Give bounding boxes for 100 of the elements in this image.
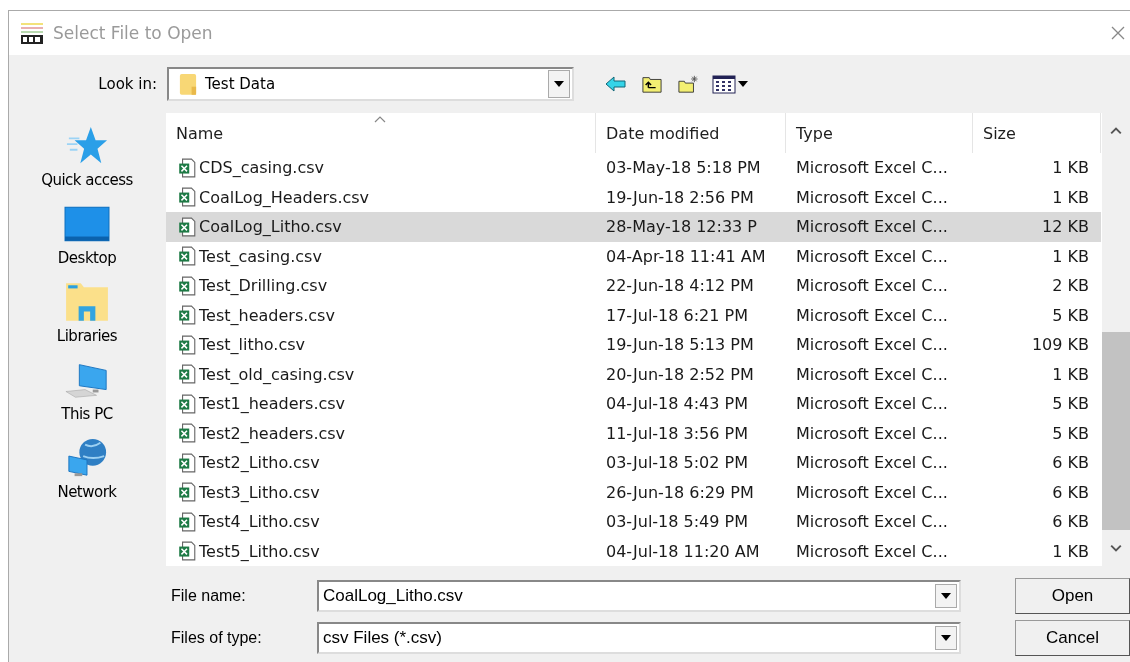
size-cell-text: 1 KB: [1051, 246, 1090, 266]
file-row[interactable]: CoalLog_Headers.csv 19-Jun-18 2:56 PM Microsoft Excel C... 1 KB: [166, 182, 1101, 212]
up-folder-icon[interactable]: [640, 74, 664, 94]
look-in-label: Look in:: [97, 75, 157, 93]
type-cell-text: Microsoft Excel C...: [795, 246, 949, 266]
spreadsheet-file-icon: [178, 334, 196, 355]
size-cell-text: 2 KB: [1051, 276, 1090, 296]
close-icon[interactable]: [1110, 25, 1126, 41]
size-cell-text: 5 KB: [1051, 305, 1090, 325]
places-bar-item[interactable]: This PC: [61, 359, 113, 423]
file-name: Test5_Litho.csv: [199, 541, 320, 561]
type-cell-text: Microsoft Excel C...: [795, 335, 949, 355]
date-cell-text: 03-Jul-18 5:02 PM: [605, 453, 749, 473]
file-name: Test_old_casing.csv: [199, 364, 355, 384]
places-bar-item[interactable]: Quick access: [41, 125, 133, 189]
file-name-field[interactable]: CoalLog_Litho.csv: [317, 580, 961, 612]
spreadsheet-file-icon: [178, 364, 196, 385]
file-row[interactable]: Test_headers.csv 17-Jul-18 6:21 PM Microsoft Excel C... 5 KB: [166, 300, 1101, 330]
date-cell-text: 28-May-18 12:33 P: [605, 217, 758, 237]
file-name: Test3_Litho.csv: [199, 482, 320, 502]
column-header[interactable]: Date modified: [596, 113, 786, 153]
sort-chevron-icon: [374, 116, 386, 123]
file-type-dropdown[interactable]: csv Files (*.csv): [317, 622, 961, 654]
spreadsheet-file-icon: [178, 393, 196, 414]
places-bar-item[interactable]: Desktop: [57, 203, 117, 267]
type-cell-text: Microsoft Excel C...: [795, 187, 949, 207]
file-name: Test_headers.csv: [199, 305, 335, 325]
date-cell-text: 04-Jul-18 11:20 AM: [605, 541, 761, 561]
date-cell-text: 04-Apr-18 11:41 AM: [605, 246, 767, 266]
new-folder-icon[interactable]: [676, 74, 700, 94]
column-header[interactable]: Name: [166, 113, 596, 153]
file-row[interactable]: Test_casing.csv 04-Apr-18 11:41 AM Microsoft Excel C... 1 KB: [166, 241, 1101, 271]
date-cell-text: 17-Jul-18 6:21 PM: [605, 305, 749, 325]
dropdown-arrow-icon: [554, 81, 564, 87]
type-cell-text: Microsoft Excel C...: [795, 394, 949, 414]
scroll-down-icon[interactable]: [1110, 544, 1122, 552]
spreadsheet-file-icon: [178, 511, 196, 532]
file-row[interactable]: Test2_Litho.csv 03-Jul-18 5:02 PM Microsoft Excel C... 6 KB: [166, 448, 1101, 478]
column-header[interactable]: Type: [786, 113, 973, 153]
file-row[interactable]: Test3_Litho.csv 26-Jun-18 6:29 PM Microsoft Excel C... 6 KB: [166, 477, 1101, 507]
type-cell-text: Microsoft Excel C...: [795, 423, 949, 443]
size-cell-text: 1 KB: [1051, 158, 1090, 178]
scroll-up-icon[interactable]: [1110, 127, 1122, 135]
app-logo-icon: [19, 20, 45, 46]
look-in-dropdown[interactable]: Test Data: [167, 67, 574, 101]
type-cell-text: Microsoft Excel C...: [795, 541, 949, 561]
spreadsheet-file-icon: [178, 246, 196, 267]
file-name: Test_Drilling.csv: [199, 276, 328, 296]
dropdown-arrow-icon[interactable]: [738, 81, 748, 87]
file-row[interactable]: CoalLog_Litho.csv 28-May-18 12:33 P Microsoft Excel C... 12 KB: [166, 212, 1101, 242]
size-cell-text: 1 KB: [1051, 364, 1090, 384]
window-title: Select File to Open: [53, 23, 213, 43]
file-type-label: Files of type:: [170, 629, 263, 647]
spreadsheet-file-icon: [178, 423, 196, 444]
file-row[interactable]: CDS_casing.csv 03-May-18 5:18 PM Microsoft Excel C... 1 KB: [166, 153, 1101, 183]
size-cell-text: 5 KB: [1051, 394, 1090, 414]
column-header[interactable]: Size: [973, 113, 1101, 153]
file-name: CDS_casing.csv: [199, 158, 324, 178]
file-row[interactable]: Test_litho.csv 19-Jun-18 5:13 PM Microsoft Excel C... 109 KB: [166, 330, 1101, 360]
library-folder-icon: [64, 281, 110, 323]
spreadsheet-file-icon: [178, 157, 196, 178]
file-row[interactable]: Test_Drilling.csv 22-Jun-18 4:12 PM Microsoft Excel C... 2 KB: [166, 271, 1101, 301]
size-cell-text: 6 KB: [1051, 512, 1090, 532]
spreadsheet-file-icon: [178, 275, 196, 296]
file-name: Test_litho.csv: [199, 335, 305, 355]
file-name: Test2_headers.csv: [199, 423, 346, 443]
date-cell-text: 03-May-18 5:18 PM: [605, 158, 762, 178]
date-cell-text: 19-Jun-18 5:13 PM: [605, 335, 755, 355]
type-cell-text: Microsoft Excel C...: [795, 482, 949, 502]
date-cell-text: 11-Jul-18 3:56 PM: [605, 423, 749, 443]
size-cell-text: 5 KB: [1051, 423, 1090, 443]
places-bar-item[interactable]: Network: [57, 437, 117, 501]
size-cell-text: 1 KB: [1051, 187, 1090, 207]
type-cell-text: Microsoft Excel C...: [795, 512, 949, 532]
file-name: Test_casing.csv: [199, 246, 322, 266]
dropdown-arrow-icon[interactable]: [941, 635, 951, 641]
view-grid-icon[interactable]: [712, 74, 736, 94]
file-row[interactable]: Test5_Litho.csv 04-Jul-18 11:20 AM Microsoft Excel C... 1 KB: [166, 536, 1101, 566]
file-row[interactable]: Test2_headers.csv 11-Jul-18 3:56 PM Microsoft Excel C... 5 KB: [166, 418, 1101, 448]
type-cell-text: Microsoft Excel C...: [795, 158, 949, 178]
file-name: Test2_Litho.csv: [199, 453, 320, 473]
open-button[interactable]: Open: [1015, 578, 1130, 614]
folder-icon: [179, 72, 197, 96]
type-cell-text: Microsoft Excel C...: [795, 276, 949, 296]
file-row[interactable]: Test_old_casing.csv 20-Jun-18 2:52 PM Microsoft Excel C... 1 KB: [166, 359, 1101, 389]
spreadsheet-file-icon: [178, 187, 196, 208]
file-name: CoalLog_Litho.csv: [199, 217, 342, 237]
cancel-button[interactable]: Cancel: [1015, 620, 1130, 656]
places-bar-item[interactable]: Libraries: [56, 281, 118, 345]
spreadsheet-file-icon: [178, 541, 196, 562]
back-arrow-icon[interactable]: [604, 74, 628, 94]
type-cell-text: Microsoft Excel C...: [795, 364, 949, 384]
dropdown-arrow-icon[interactable]: [941, 593, 951, 599]
spreadsheet-file-icon: [178, 216, 196, 237]
spreadsheet-file-icon: [178, 482, 196, 503]
file-name: Test4_Litho.csv: [199, 512, 320, 532]
size-cell-text: 12 KB: [1041, 217, 1090, 237]
file-row[interactable]: Test1_headers.csv 04-Jul-18 4:43 PM Microsoft Excel C... 5 KB: [166, 389, 1101, 419]
size-cell-text: 1 KB: [1051, 541, 1090, 561]
file-row[interactable]: Test4_Litho.csv 03-Jul-18 5:49 PM Microsoft Excel C... 6 KB: [166, 507, 1101, 537]
